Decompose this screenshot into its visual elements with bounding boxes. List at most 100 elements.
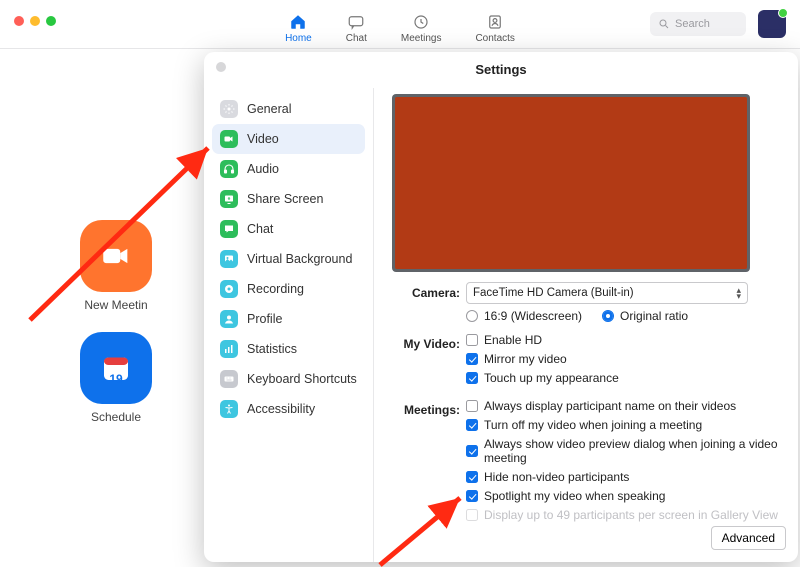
a11y-icon: [220, 400, 238, 418]
toolbar-divider: [0, 48, 800, 49]
meetings-option: Display up to 49 participants per screen…: [466, 508, 788, 522]
tab-label: Home: [285, 33, 312, 44]
advanced-label: Advanced: [722, 531, 775, 545]
option-label: Spotlight my video when speaking: [484, 489, 665, 503]
sidebar-item-label: Virtual Background: [247, 252, 352, 266]
vb-icon: [220, 250, 238, 268]
option-label: Mirror my video: [484, 352, 567, 366]
checkbox[interactable]: [466, 372, 478, 384]
option-label: Always display participant name on their…: [484, 399, 736, 413]
option-label: Turn off my video when joining a meeting: [484, 418, 702, 432]
sidebar-item-label: Accessibility: [247, 402, 315, 416]
schedule-label: Schedule: [76, 410, 156, 424]
chevron-updown-icon: ▴▾: [736, 286, 741, 301]
option-label: Touch up my appearance: [484, 371, 619, 385]
video-preview-frame: [392, 94, 750, 272]
meetings-option[interactable]: Turn off my video when joining a meeting: [466, 418, 788, 432]
checkbox[interactable]: [466, 400, 478, 412]
sidebar-item-general[interactable]: General: [212, 94, 365, 124]
sidebar-item-profile[interactable]: Profile: [212, 304, 365, 334]
gear-icon: [220, 100, 238, 118]
camera-select[interactable]: FaceTime HD Camera (Built-in) ▴▾: [466, 282, 748, 304]
new-meeting-label: New Meetin: [76, 298, 156, 312]
sidebar-item-label: Keyboard Shortcuts: [247, 372, 357, 386]
meetings-option[interactable]: Hide non-video participants: [466, 470, 788, 484]
sidebar-item-label: Recording: [247, 282, 304, 296]
record-icon: [220, 280, 238, 298]
settings-content: Camera: FaceTime HD Camera (Built-in) ▴▾…: [374, 88, 798, 562]
meetings-option[interactable]: Spotlight my video when speaking: [466, 489, 788, 503]
sidebar-item-label: General: [247, 102, 291, 116]
myvideo-option[interactable]: Enable HD: [466, 333, 788, 347]
search-placeholder: Search: [675, 18, 710, 30]
tab-chat[interactable]: Chat: [346, 13, 367, 44]
checkbox[interactable]: [466, 419, 478, 431]
ratio-169-label: 16:9 (Widescreen): [484, 309, 582, 323]
search-input[interactable]: Search: [650, 12, 746, 36]
keyboard-icon: [220, 370, 238, 388]
myvideo-option[interactable]: Mirror my video: [466, 352, 788, 366]
meetings-label: Meetings:: [390, 399, 466, 417]
myvideo-label: My Video:: [390, 333, 466, 351]
contacts-icon: [486, 13, 504, 31]
advanced-button[interactable]: Advanced: [711, 526, 786, 550]
camera-value: FaceTime HD Camera (Built-in): [473, 287, 634, 299]
checkbox[interactable]: [466, 445, 478, 457]
option-label: Display up to 49 participants per screen…: [484, 508, 778, 522]
share-icon: [220, 190, 238, 208]
tab-contacts[interactable]: Contacts: [475, 13, 514, 44]
sidebar-item-accessibility[interactable]: Accessibility: [212, 394, 365, 424]
sidebar-item-statistics[interactable]: Statistics: [212, 334, 365, 364]
meetings-option[interactable]: Always show video preview dialog when jo…: [466, 437, 788, 465]
option-label: Hide non-video participants: [484, 470, 629, 484]
calendar-day: 19: [109, 372, 122, 386]
sidebar-item-label: Video: [247, 132, 279, 146]
home-icon: [289, 13, 307, 31]
sidebar-item-audio[interactable]: Audio: [212, 154, 365, 184]
avatar[interactable]: [758, 10, 786, 38]
stats-icon: [220, 340, 238, 358]
schedule-button[interactable]: 19: [80, 332, 152, 404]
search-icon: [658, 18, 670, 30]
sidebar-item-label: Statistics: [247, 342, 297, 356]
option-label: Always show video preview dialog when jo…: [484, 437, 788, 465]
tab-label: Meetings: [401, 33, 442, 44]
chat-icon: [347, 13, 365, 31]
checkbox: [466, 509, 478, 521]
sidebar-item-label: Chat: [247, 222, 273, 236]
tab-home[interactable]: Home: [285, 13, 312, 44]
new-meeting-button[interactable]: [80, 220, 152, 292]
camera-icon: [220, 130, 238, 148]
sidebar-item-share-screen[interactable]: Share Screen: [212, 184, 365, 214]
video-preview: [395, 97, 747, 269]
camera-icon: [99, 239, 133, 273]
ratio-original-label: Original ratio: [620, 309, 688, 323]
tab-label: Chat: [346, 33, 367, 44]
meetings-option[interactable]: Always display participant name on their…: [466, 399, 788, 413]
settings-window: Settings General Video Audio Share Screen Ch…: [204, 52, 798, 562]
clock-icon: [412, 13, 430, 31]
sidebar-item-label: Profile: [247, 312, 282, 326]
tab-meetings[interactable]: Meetings: [401, 13, 442, 44]
chat-icon: [220, 220, 238, 238]
tab-label: Contacts: [475, 33, 514, 44]
sidebar-item-virtual-background[interactable]: Virtual Background: [212, 244, 365, 274]
myvideo-option[interactable]: Touch up my appearance: [466, 371, 788, 385]
ratio-original-radio[interactable]: [602, 310, 614, 322]
sidebar-item-chat[interactable]: Chat: [212, 214, 365, 244]
checkbox[interactable]: [466, 353, 478, 365]
settings-title: Settings: [204, 62, 798, 77]
sidebar-item-recording[interactable]: Recording: [212, 274, 365, 304]
checkbox[interactable]: [466, 490, 478, 502]
settings-sidebar: General Video Audio Share Screen Chat Virtual…: [204, 88, 374, 562]
camera-label: Camera:: [390, 282, 466, 300]
checkbox[interactable]: [466, 471, 478, 483]
sidebar-item-label: Audio: [247, 162, 279, 176]
sidebar-item-keyboard-shortcuts[interactable]: Keyboard Shortcuts: [212, 364, 365, 394]
checkbox[interactable]: [466, 334, 478, 346]
ratio-169-radio[interactable]: [466, 310, 478, 322]
sidebar-item-label: Share Screen: [247, 192, 323, 206]
headphones-icon: [220, 160, 238, 178]
sidebar-item-video[interactable]: Video: [212, 124, 365, 154]
option-label: Enable HD: [484, 333, 542, 347]
